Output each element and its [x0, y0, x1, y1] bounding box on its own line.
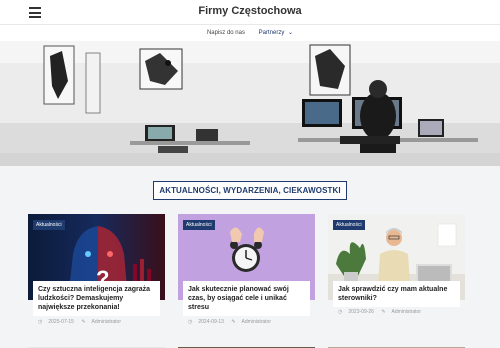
nav-item-contact[interactable]: Napisz do nas	[207, 25, 245, 41]
article-image-partial[interactable]	[28, 341, 165, 348]
category-badge[interactable]: Aktualności	[33, 220, 65, 230]
pencil-icon: ✎	[81, 319, 86, 325]
article-meta: ◷ 2024-09-13 ✎ Administrator	[188, 319, 277, 325]
article-author: Administrator	[241, 319, 271, 325]
clock-icon: ◷	[38, 319, 43, 325]
clock-icon: ◷	[338, 309, 343, 315]
article-title[interactable]: Jak skutecznie planować swój czas, by os…	[183, 281, 310, 316]
article-card[interactable]: ? Aktualności Czy sztuczna inteligencja …	[28, 214, 165, 332]
office-photo	[0, 41, 500, 166]
category-badge[interactable]: Aktualności	[183, 220, 215, 230]
site-header: Firmy Częstochowa	[0, 0, 500, 25]
article-image-partial[interactable]	[328, 341, 465, 348]
article-date: 2025-07-15	[48, 319, 74, 325]
chevron-down-icon: ⌄	[288, 30, 294, 36]
article-card[interactable]: Aktualności Jak sprawdzić czy mam aktual…	[328, 214, 465, 332]
site-title[interactable]: Firmy Częstochowa	[0, 5, 500, 17]
section-header: AKTUALNOŚCI, WYDARZENIA, CIEKAWOSTKI	[0, 180, 500, 200]
article-author: Administrator	[91, 319, 121, 325]
category-badge[interactable]: Aktualności	[333, 220, 365, 230]
article-card[interactable]: Aktualności Jak skutecznie planować swój…	[178, 214, 315, 332]
article-title[interactable]: Jak sprawdzić czy mam aktualne sterownik…	[333, 281, 460, 307]
article-author: Administrator	[391, 309, 421, 315]
pencil-icon: ✎	[231, 319, 236, 325]
article-date: 2024-09-13	[198, 319, 224, 325]
section-title: AKTUALNOŚCI, WYDARZENIA, CIEKAWOSTKI	[153, 181, 347, 200]
pencil-icon: ✎	[381, 309, 386, 315]
article-meta: ◷ 2025-07-15 ✎ Administrator	[38, 319, 127, 325]
article-date: 2023-09-26	[348, 309, 374, 315]
clock-icon: ◷	[188, 319, 193, 325]
nav-item-partners[interactable]: Partnerzy ⌄	[259, 25, 293, 41]
article-meta: ◷ 2023-09-26 ✎ Administrator	[338, 309, 427, 315]
hero-image	[0, 41, 500, 166]
article-title[interactable]: Czy sztuczna inteligencja zagraża ludzko…	[33, 281, 160, 316]
nav-item-partners-label: Partnerzy	[258, 30, 285, 36]
article-image-partial[interactable]	[178, 341, 315, 348]
top-nav: Napisz do nas Partnerzy ⌄	[0, 25, 500, 41]
